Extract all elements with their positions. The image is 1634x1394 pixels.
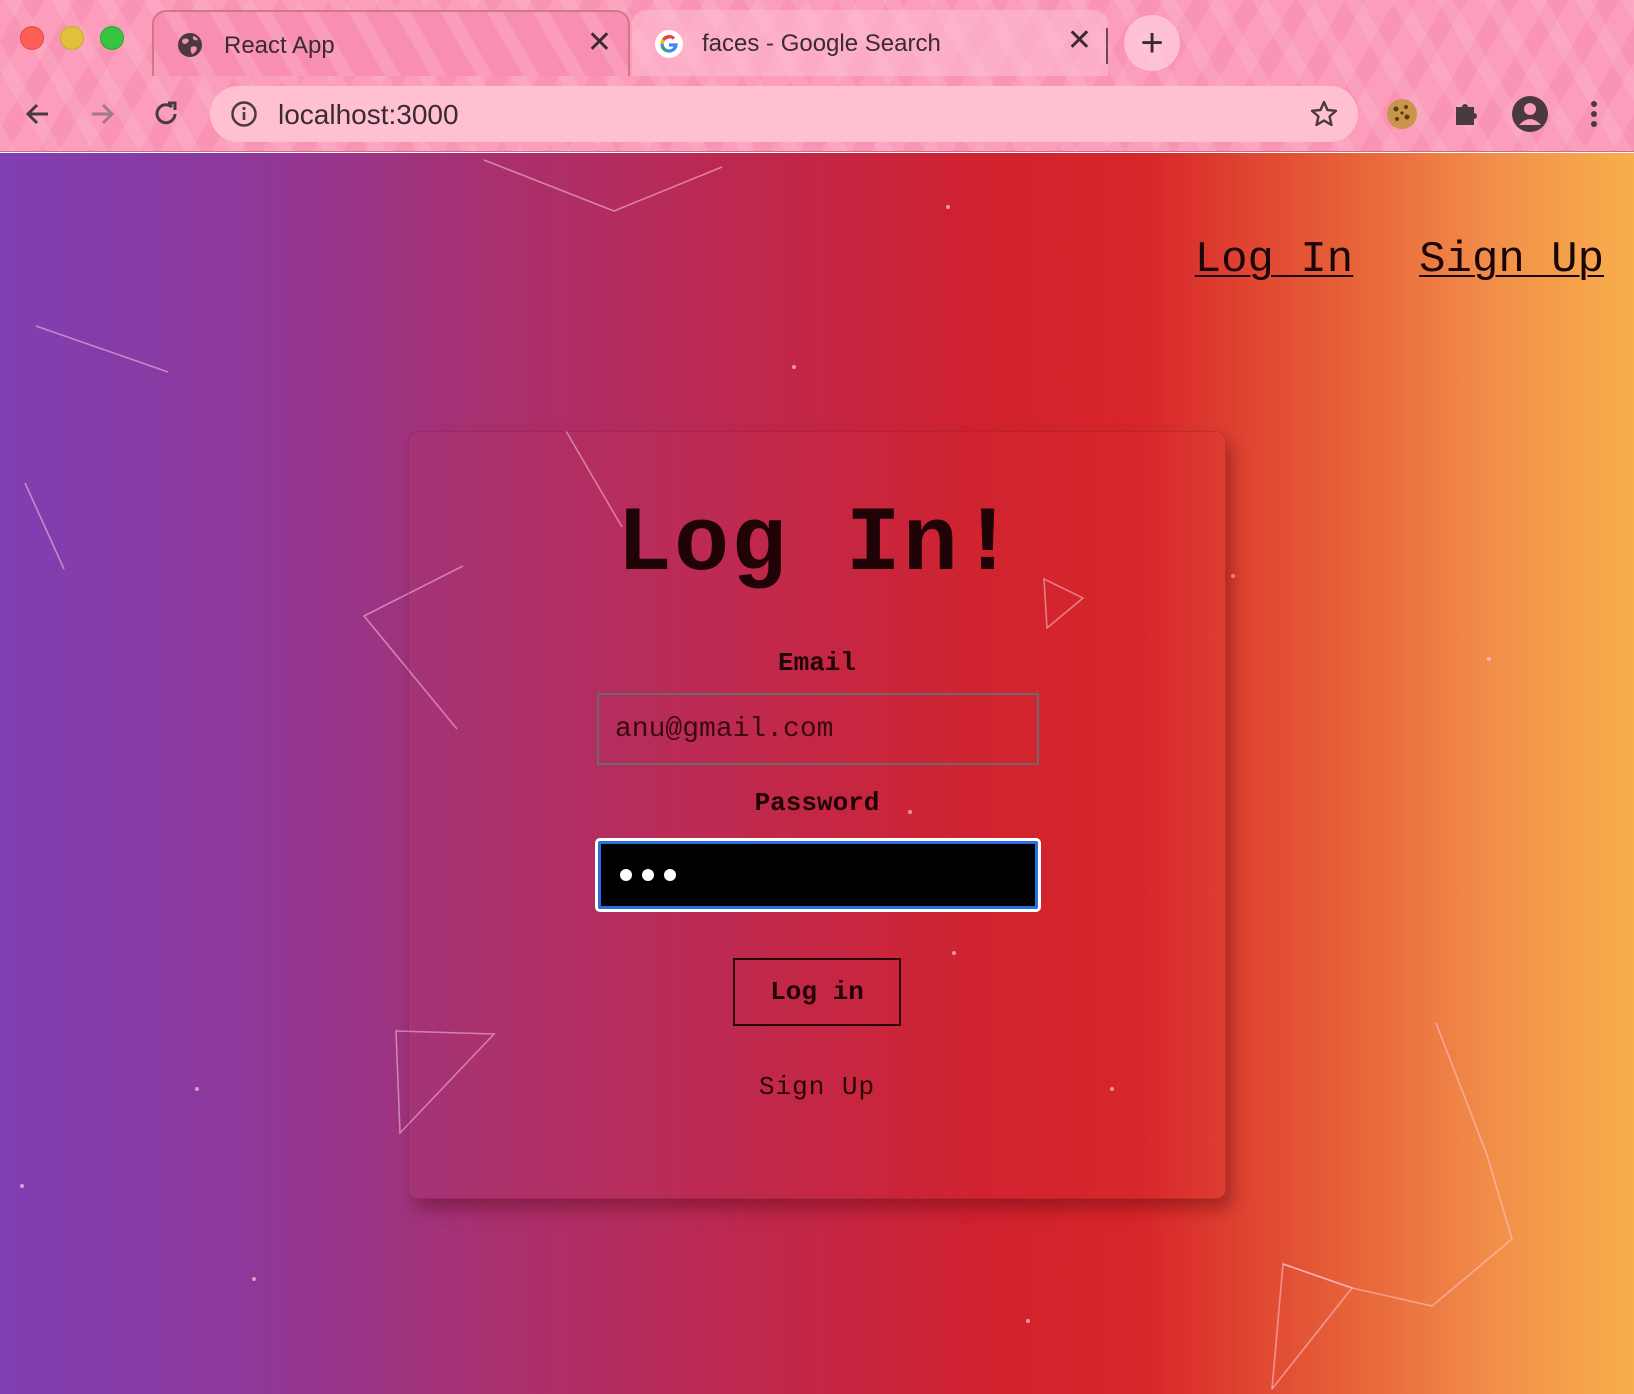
login-submit-button[interactable]: Log in <box>733 958 901 1026</box>
minimize-window-button[interactable] <box>60 26 84 50</box>
email-value: anu@gmail.com <box>615 713 834 745</box>
bookmark-star-icon[interactable] <box>1308 98 1340 130</box>
address-bar[interactable]: localhost:3000 <box>210 86 1358 142</box>
cookie-extension-icon[interactable] <box>1382 94 1422 134</box>
password-mask-dot <box>642 869 654 881</box>
tab-google-search[interactable]: faces - Google Search ✕ <box>632 10 1108 76</box>
puzzle-extensions-icon[interactable] <box>1446 94 1486 134</box>
password-label: Password <box>754 788 880 818</box>
password-field[interactable] <box>595 838 1041 912</box>
page-background: Log In Sign Up Log In! Email anu@gmail.c… <box>0 153 1634 1394</box>
login-card: Log In! Email anu@gmail.com Password Log… <box>408 431 1226 1199</box>
globe-icon <box>176 31 204 59</box>
close-icon[interactable]: ✕ <box>1067 26 1092 56</box>
password-mask-dot <box>620 869 632 881</box>
nav-signup-link[interactable]: Sign Up <box>1419 235 1604 285</box>
maximize-window-button[interactable] <box>100 26 124 50</box>
info-icon[interactable] <box>230 100 258 128</box>
browser-chrome: React App ✕ faces - Google Search ✕ + lo… <box>0 0 1634 152</box>
close-icon[interactable]: ✕ <box>587 28 612 58</box>
tab-title: React App <box>224 32 335 59</box>
email-field[interactable]: anu@gmail.com <box>597 693 1039 765</box>
google-g-icon <box>654 29 683 58</box>
tab-title: faces - Google Search <box>702 30 941 57</box>
email-label: Email <box>777 648 856 678</box>
forward-arrow-icon[interactable] <box>82 94 122 134</box>
more-menu-icon[interactable] <box>1574 94 1614 134</box>
tab-separator <box>1106 28 1108 64</box>
nav-login-link[interactable]: Log In <box>1195 235 1353 285</box>
tab-react-app[interactable]: React App ✕ <box>152 10 630 76</box>
new-tab-button[interactable]: + <box>1124 15 1180 71</box>
reload-icon[interactable] <box>146 94 186 134</box>
back-arrow-icon[interactable] <box>18 94 58 134</box>
password-mask-dot <box>664 869 676 881</box>
page-title: Log In! <box>616 492 1018 597</box>
signup-link[interactable]: Sign Up <box>409 1072 1225 1102</box>
profile-avatar-icon[interactable] <box>1510 94 1550 134</box>
url-text: localhost:3000 <box>278 99 459 130</box>
close-window-button[interactable] <box>20 26 44 50</box>
top-nav: Log In Sign Up <box>1195 235 1604 285</box>
